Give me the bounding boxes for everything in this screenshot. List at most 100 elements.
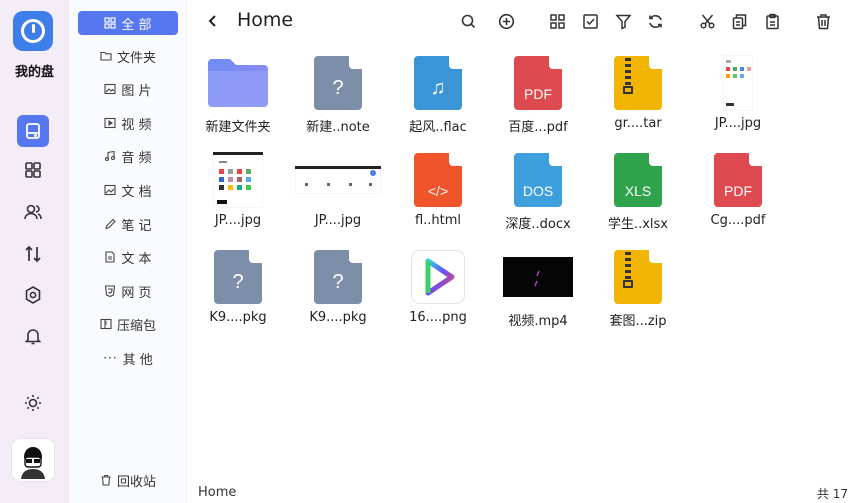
file-name: JP....jpg — [714, 116, 762, 131]
file-item[interactable]: PDF 百度...pdf — [493, 50, 583, 140]
drive-nav-button[interactable] — [17, 115, 49, 147]
file-item[interactable]: DOS 深度..docx — [493, 147, 583, 237]
checkbox-icon — [582, 13, 598, 29]
unknown-file-icon: ? — [214, 250, 262, 304]
avatar-icon — [12, 439, 54, 481]
file-item[interactable]: ? K9....pkg — [193, 244, 283, 334]
sidebar-item-archives[interactable]: 压缩包 — [78, 312, 178, 336]
sidebar-item-label: 文件夹 — [116, 50, 156, 66]
sidebar-item-label: 压缩包 — [116, 318, 156, 334]
file-item[interactable]: ? K9....pkg — [293, 244, 383, 334]
image-icon — [104, 83, 116, 95]
file-name: 深度..docx — [505, 217, 571, 232]
filter-button[interactable] — [612, 10, 634, 32]
sidebar-item-label: 全 部 — [121, 17, 152, 33]
file-name: 新建..note — [306, 120, 370, 135]
trash-icon — [101, 474, 111, 486]
file-item[interactable]: ? 新建..note — [293, 50, 383, 140]
folder-icon — [100, 51, 112, 61]
refresh-button[interactable] — [644, 10, 666, 32]
view-grid-button[interactable] — [546, 10, 568, 32]
search-icon — [461, 14, 475, 28]
file-name: Cg....pdf — [710, 213, 766, 228]
theme-toggle-button[interactable] — [17, 387, 49, 419]
app-name: 我的盘 — [14, 65, 54, 80]
file-name: fl..html — [414, 213, 462, 228]
copy-button[interactable] — [728, 10, 750, 32]
sidebar-item-notes[interactable]: 笔 记 — [78, 212, 178, 236]
file-item[interactable]: 新建文件夹 — [193, 50, 283, 140]
transfer-icon — [25, 245, 41, 263]
grid-view-icon — [549, 13, 565, 29]
docx-file-icon: DOS — [514, 153, 562, 207]
file-name: 套图...zip — [609, 314, 667, 329]
file-item[interactable]: JP....jpg — [193, 147, 283, 237]
delete-button[interactable] — [812, 10, 834, 32]
file-item[interactable]: JP....jpg — [293, 147, 383, 237]
unknown-file-icon: ? — [314, 56, 362, 110]
gear-icon — [25, 286, 41, 304]
document-icon — [104, 184, 116, 196]
xlsx-file-icon: XLS — [614, 153, 662, 207]
scissors-icon — [699, 14, 715, 29]
archive-file-icon — [614, 56, 662, 110]
note-icon — [105, 218, 117, 230]
sidebar-item-documents[interactable]: 文 档 — [78, 178, 178, 202]
play-logo-icon — [411, 250, 465, 304]
avatar[interactable] — [12, 439, 54, 481]
sidebar-item-label: 文 本 — [121, 251, 152, 267]
sidebar-item-text[interactable]: 文 本 — [78, 245, 178, 269]
file-item[interactable]: JP....jpg — [693, 50, 783, 140]
page-title: Home — [237, 9, 294, 31]
users-icon — [24, 204, 42, 220]
sidebar-item-other[interactable]: ··· 其 他 — [78, 346, 178, 370]
sidebar-item-audio[interactable]: 音 频 — [78, 144, 178, 168]
filter-icon — [614, 14, 632, 30]
file-name: gr....tar — [614, 116, 662, 131]
sidebar-item-images[interactable]: 图 片 — [78, 77, 178, 101]
sidebar-item-trash[interactable]: 回收站 — [78, 468, 178, 492]
sidebar-item-all[interactable]: 全 部 — [78, 11, 178, 35]
users-nav-button[interactable] — [17, 196, 49, 228]
transfer-nav-button[interactable] — [17, 238, 49, 270]
folder-icon — [208, 59, 268, 107]
sidebar-item-web[interactable]: 网 页 — [78, 279, 178, 303]
paste-button[interactable] — [761, 10, 783, 32]
search-button[interactable] — [457, 10, 479, 32]
file-item[interactable]: gr....tar — [593, 50, 683, 140]
cut-button[interactable] — [696, 10, 718, 32]
select-button[interactable] — [579, 10, 601, 32]
plus-circle-icon — [498, 13, 514, 29]
file-name: 新建文件夹 — [205, 120, 271, 135]
file-item[interactable]: 套图...zip — [593, 244, 683, 334]
drive-icon — [26, 123, 40, 139]
file-item[interactable]: </> fl..html — [393, 147, 483, 237]
web-icon — [105, 285, 116, 297]
chevron-left-icon — [208, 15, 216, 27]
bell-icon — [24, 329, 42, 345]
archive-file-icon — [614, 250, 662, 304]
file-item[interactable]: PDF Cg....pdf — [693, 147, 783, 237]
add-button[interactable] — [495, 10, 517, 32]
app-logo — [13, 11, 53, 51]
file-item[interactable]: 16....png — [393, 244, 483, 334]
file-item[interactable]: 视频.mp4 — [493, 244, 583, 334]
sidebar-item-label: 文 档 — [121, 184, 152, 200]
sidebar-item-label: 音 频 — [121, 150, 152, 166]
image-thumbnail — [723, 55, 753, 111]
sidebar-item-label: 回收站 — [116, 474, 156, 490]
grid-icon — [104, 17, 117, 29]
back-button[interactable] — [202, 10, 224, 32]
sidebar-item-folders[interactable]: 文件夹 — [78, 44, 178, 68]
sidebar-item-videos[interactable]: 视 频 — [78, 111, 178, 135]
file-item[interactable]: ♫ 起风..flac — [393, 50, 483, 140]
music-icon — [105, 150, 116, 162]
file-name: JP....jpg — [214, 213, 262, 228]
notifications-nav-button[interactable] — [17, 320, 49, 352]
file-name: 16....png — [409, 310, 467, 325]
file-item[interactable]: XLS 学生..xlsx — [593, 147, 683, 237]
apps-icon — [25, 162, 41, 178]
settings-nav-button[interactable] — [17, 279, 49, 311]
apps-nav-button[interactable] — [17, 154, 49, 186]
video-icon — [104, 117, 116, 129]
